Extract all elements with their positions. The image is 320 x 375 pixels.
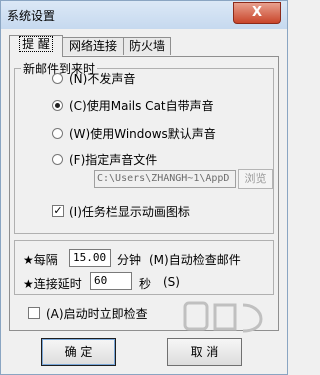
close-button[interactable]: X bbox=[233, 2, 281, 24]
title-bar: 系统设置 X bbox=[1, 1, 287, 29]
radio-no-sound-label[interactable]: (N)不发声音 bbox=[69, 70, 135, 87]
startup-check-checkbox[interactable] bbox=[28, 307, 40, 319]
watermark-logo bbox=[183, 301, 263, 333]
radio-custom-sound-label[interactable]: (F)指定声音文件 bbox=[69, 151, 157, 168]
radio-builtin-sound-label[interactable]: (C)使用Mails Cat自带声音 bbox=[69, 97, 214, 114]
interval-input[interactable]: 15.00 bbox=[69, 249, 111, 267]
delay-prefix: ★连接延时 bbox=[23, 277, 82, 291]
browse-button[interactable]: 浏览 bbox=[238, 169, 273, 189]
radio-custom-sound[interactable] bbox=[52, 154, 63, 165]
radio-builtin-sound[interactable] bbox=[52, 100, 63, 111]
delay-shortcut: (S) bbox=[163, 275, 180, 289]
radio-windows-sound-label[interactable]: (W)使用Windows默认声音 bbox=[69, 125, 216, 142]
radio-windows-sound[interactable] bbox=[52, 128, 63, 139]
tray-animation-checkbox[interactable]: ✓ bbox=[52, 205, 64, 217]
tray-animation-label[interactable]: (I)任务栏显示动画图标 bbox=[69, 203, 190, 220]
tab-firewall[interactable]: 防火墙 bbox=[123, 37, 171, 55]
startup-check-label[interactable]: (A)启动时立即检查 bbox=[46, 305, 148, 322]
delay-input[interactable]: 60 bbox=[90, 272, 132, 290]
radio-no-sound[interactable] bbox=[52, 73, 63, 84]
interval-shortcut: (M)自动检查邮件 bbox=[149, 253, 241, 267]
interval-suffix: 分钟 bbox=[117, 253, 142, 267]
tab-network[interactable]: 网络连接 bbox=[62, 37, 124, 55]
settings-dialog: 系统设置 X 提 醒 网络连接 防火墙 新邮件到来时 (N)不发声音 (C)使用… bbox=[0, 0, 288, 375]
sound-file-path-field[interactable]: C:\Users\ZHANGH~1\AppD bbox=[94, 170, 236, 188]
delay-suffix: 秒 bbox=[139, 277, 152, 291]
interval-prefix: ★每隔 bbox=[23, 253, 58, 267]
window-title: 系统设置 bbox=[7, 9, 56, 23]
cancel-button[interactable]: 取 消 bbox=[167, 338, 242, 366]
tab-remind[interactable]: 提 醒 bbox=[9, 35, 63, 57]
ok-button[interactable]: 确 定 bbox=[41, 338, 116, 366]
tab-remind-label: 提 醒 bbox=[19, 36, 53, 52]
